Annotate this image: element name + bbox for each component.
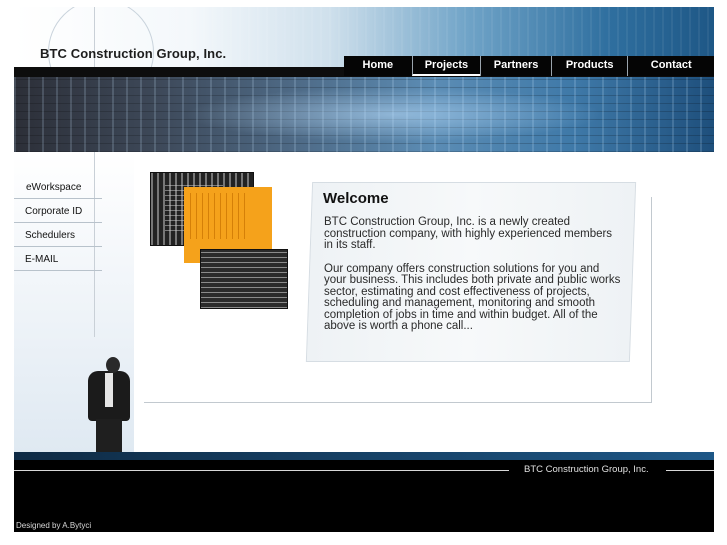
businessman-image bbox=[78, 355, 136, 455]
businessman-shirt bbox=[105, 373, 113, 407]
nav-tab-products[interactable]: Products bbox=[550, 56, 628, 76]
footer-designer-credit: Designed by A.Bytyci bbox=[16, 521, 92, 530]
nav-tab-home[interactable]: Home bbox=[344, 56, 412, 76]
side-menu: eWorkspace Corporate ID Schedulers E-MAI… bbox=[14, 177, 124, 273]
side-item-corporate-id[interactable]: Corporate ID bbox=[14, 201, 124, 225]
welcome-text: BTC Construction Group, Inc. is a newly … bbox=[324, 216, 624, 345]
nav-tab-contact[interactable]: Contact bbox=[627, 56, 714, 76]
welcome-paragraph-2: Our company offers construction solution… bbox=[324, 262, 621, 332]
footer-accent-strip bbox=[14, 452, 714, 460]
welcome-heading: Welcome bbox=[323, 190, 389, 207]
page-frame: BTC Construction Group, Inc. Home Projec… bbox=[14, 7, 714, 532]
businessman-legs bbox=[96, 419, 122, 455]
welcome-paragraph-1: BTC Construction Group, Inc. is a newly … bbox=[324, 216, 613, 251]
banner-glow bbox=[184, 87, 604, 142]
businessman-head bbox=[106, 357, 120, 373]
side-item-eworkspace[interactable]: eWorkspace bbox=[14, 177, 124, 201]
side-item-schedulers[interactable]: Schedulers bbox=[14, 225, 124, 249]
nav-tab-partners[interactable]: Partners bbox=[480, 56, 551, 76]
main-navigation: Home Projects Partners Products Contact bbox=[344, 56, 714, 76]
footer-company-name: BTC Construction Group, Inc. bbox=[524, 464, 649, 475]
footer-divider-left bbox=[14, 470, 509, 471]
side-item-email[interactable]: E-MAIL bbox=[14, 249, 124, 273]
nav-tab-projects[interactable]: Projects bbox=[411, 56, 481, 76]
tech-banner-image bbox=[14, 77, 714, 152]
footer-divider-right bbox=[666, 470, 714, 471]
company-logo-title[interactable]: BTC Construction Group, Inc. bbox=[40, 46, 226, 61]
